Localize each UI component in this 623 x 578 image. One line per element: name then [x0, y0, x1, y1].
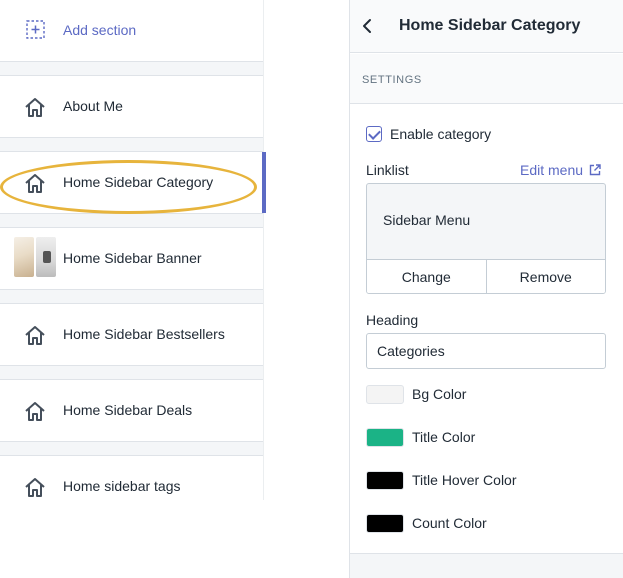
section-item-home-sidebar-deals[interactable]: Home Sidebar Deals [0, 380, 263, 441]
title-color-label: Title Color [412, 429, 476, 445]
add-section-label: Add section [63, 22, 137, 38]
back-chevron-icon[interactable] [358, 16, 378, 36]
enable-category-checkbox[interactable] [366, 126, 382, 142]
home-icon [25, 326, 45, 345]
linklist-picker: Sidebar Menu Change Remove [366, 183, 606, 294]
enable-category-checkbox-row[interactable]: Enable category [366, 124, 491, 144]
home-icon [25, 478, 45, 497]
edit-menu-link[interactable]: Edit menu [520, 162, 601, 178]
section-item-label: Home Sidebar Banner [63, 250, 202, 266]
title-hover-color-row[interactable]: Title Hover Color [366, 470, 517, 490]
bg-color-row[interactable]: Bg Color [366, 384, 466, 404]
section-gap [0, 365, 263, 380]
section-item-about-me[interactable]: About Me [0, 76, 263, 137]
section-gap [0, 441, 263, 456]
home-icon [25, 174, 45, 193]
title-color-swatch[interactable] [366, 427, 404, 447]
edit-menu-label: Edit menu [520, 162, 584, 178]
section-item-home-sidebar-category[interactable]: Home Sidebar Category [0, 152, 266, 213]
panel-title: Home Sidebar Category [399, 17, 581, 34]
sections-panel: Add section About Me Home Sidebar Catego… [0, 0, 266, 578]
linklist-actions: Change Remove [367, 259, 606, 293]
title-hover-color-swatch[interactable] [366, 470, 404, 490]
panel-header: Home Sidebar Category [350, 0, 623, 53]
section-item-home-sidebar-bestsellers[interactable]: Home Sidebar Bestsellers [0, 304, 263, 365]
bg-color-label: Bg Color [412, 386, 467, 402]
home-icon [25, 98, 45, 117]
section-gap [0, 213, 263, 228]
add-section-icon [26, 20, 45, 39]
heading-input[interactable] [366, 333, 606, 369]
change-button[interactable]: Change [367, 260, 486, 293]
home-icon [25, 402, 45, 421]
panel-footer [350, 553, 623, 578]
banner-thumbnail [14, 237, 56, 277]
title-hover-color-label: Title Hover Color [412, 472, 517, 488]
section-settings-panel: Home Sidebar Category SETTINGS Enable ca… [349, 0, 623, 578]
section-item-label: Home Sidebar Bestsellers [63, 326, 225, 342]
bg-color-swatch[interactable] [366, 384, 404, 404]
settings-header-label: SETTINGS [362, 74, 422, 86]
section-item-label: Home Sidebar Deals [63, 402, 193, 418]
heading-label: Heading [366, 312, 419, 328]
enable-category-label: Enable category [390, 126, 492, 142]
section-item-label: Home sidebar tags [63, 478, 181, 494]
remove-button[interactable]: Remove [485, 260, 606, 293]
add-section-button[interactable]: Add section [0, 10, 264, 50]
section-item-home-sidebar-tags[interactable]: Home sidebar tags [0, 456, 263, 517]
count-color-swatch[interactable] [366, 513, 404, 533]
count-color-row[interactable]: Count Color [366, 513, 487, 533]
linklist-label: Linklist [366, 162, 409, 178]
selected-menu-name: Sidebar Menu [383, 212, 471, 228]
section-item-home-sidebar-banner[interactable]: Home Sidebar Banner [0, 228, 263, 289]
count-color-label: Count Color [412, 515, 487, 531]
settings-header: SETTINGS [350, 54, 623, 104]
section-gap [0, 289, 263, 304]
section-gap [0, 61, 263, 76]
section-item-label: About Me [63, 98, 123, 114]
external-link-icon [589, 164, 601, 176]
section-gap [0, 137, 263, 152]
panel-divider [263, 0, 264, 500]
section-item-label: Home Sidebar Category [63, 174, 214, 190]
title-color-row[interactable]: Title Color [366, 427, 475, 447]
